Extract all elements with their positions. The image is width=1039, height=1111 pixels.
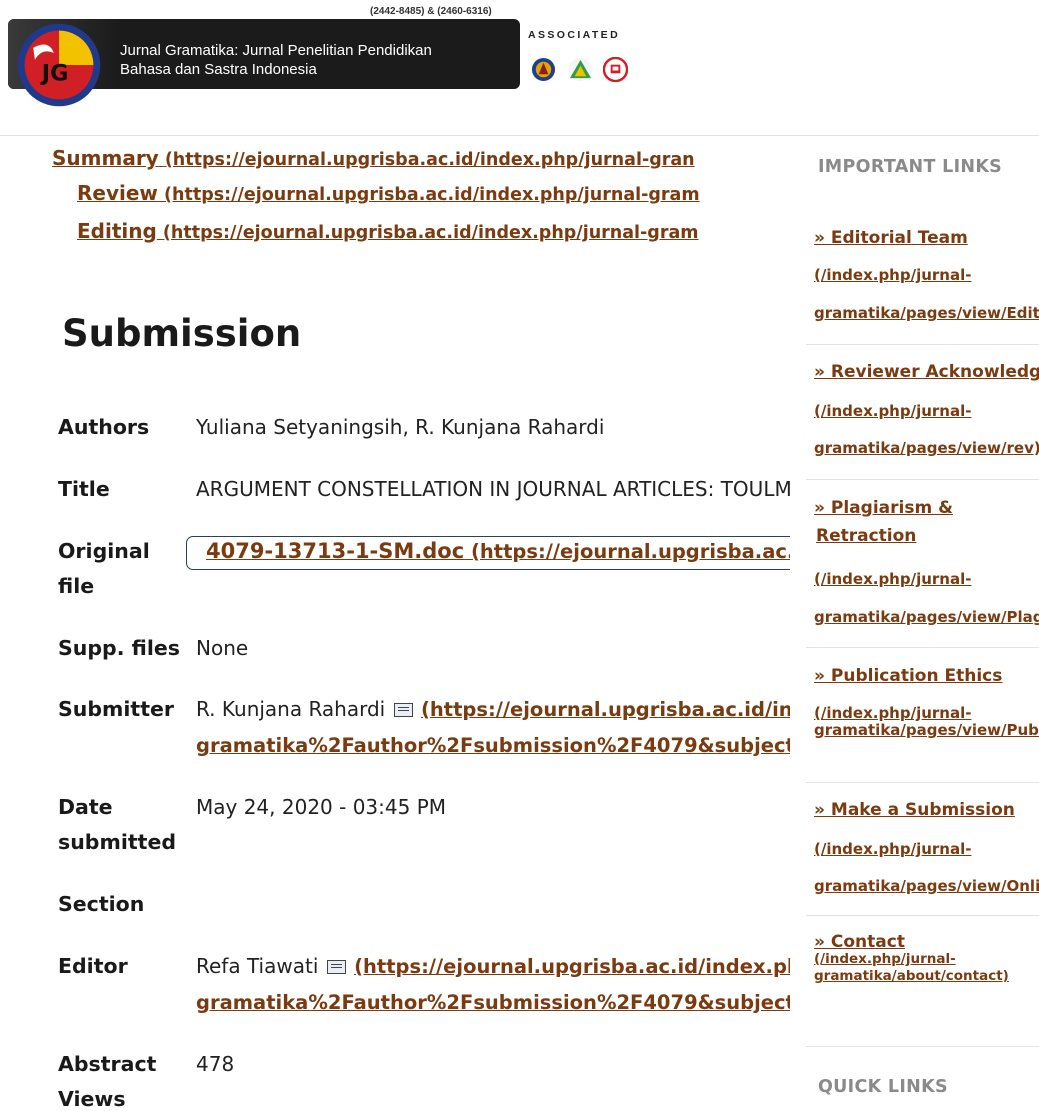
submission-main: Summary (https://ejournal.upgrisba.ac.id… [0, 136, 790, 1111]
association-triangle-icon[interactable] [568, 57, 593, 82]
sidebar: IMPORTANT LINKS » Editorial Team (/index… [790, 136, 1039, 1111]
supp-files-label: Supp. files [58, 636, 180, 660]
sidebar-link-plagiarism[interactable]: » Plagiarism & [814, 498, 953, 518]
journal-name: Jurnal Gramatika: Jurnal Penelitian Pend… [120, 41, 520, 79]
original-file-label: Original file [58, 534, 150, 604]
association-badge-icon[interactable] [603, 57, 628, 82]
quick-links-heading: QUICK LINKS [818, 1077, 948, 1097]
sidebar-path-contact-2[interactable]: gramatika/about/contact) [814, 968, 1009, 984]
sidebar-path-editorial-1[interactable]: (/index.php/jurnal- [814, 266, 971, 284]
tab-editing-label: Editing [77, 219, 157, 243]
sidebar-divider [806, 1046, 1039, 1047]
title-label: Title [58, 477, 110, 501]
section-label: Section [58, 892, 145, 916]
sidebar-link-reviewer[interactable]: » Reviewer Acknowledge [814, 362, 1039, 382]
sidebar-path-plagiarism-2[interactable]: gramatika/pages/view/Plag [814, 608, 1039, 626]
associated-label: ASSOCIATED [528, 29, 621, 41]
original-file-name: 4079-13713-1-SM.doc [206, 539, 465, 563]
tab-review-label: Review [77, 181, 158, 205]
editor-name: Refa Tiawati [196, 954, 319, 978]
sidebar-link-plagiarism-line2[interactable]: Retraction [816, 526, 916, 546]
sidebar-divider [806, 782, 1039, 783]
submitter-email-link[interactable]: (https://ejournal.upgrisba.ac.id/index.p… [421, 698, 790, 721]
sidebar-path-editorial-2[interactable]: gramatika/pages/view/Edito [814, 304, 1039, 322]
sidebar-path-ethics-2[interactable]: gramatika/pages/view/Pub [814, 721, 1039, 739]
sidebar-divider [806, 915, 1039, 916]
date-label-line1: Date [58, 795, 113, 819]
editor-email-link[interactable]: (https://ejournal.upgrisba.ac.id/index.p… [354, 955, 790, 978]
abstract-views-label: Abstract Views [58, 1047, 156, 1111]
editor-label: Editor [58, 954, 128, 978]
tab-editing-url: (https://ejournal.upgrisba.ac.id/index.p… [162, 223, 699, 243]
sidebar-link-publication-ethics[interactable]: » Publication Ethics [814, 666, 1002, 686]
title-value: ARGUMENT CONSTELLATION IN JOURNAL ARTICL… [196, 477, 790, 501]
sidebar-path-contact-1[interactable]: (/index.php/jurnal- [814, 951, 956, 967]
university-seal-icon[interactable] [531, 57, 556, 82]
date-submitted-value: May 24, 2020 - 03:45 PM [196, 795, 447, 819]
logo-letters: JG [40, 60, 69, 86]
tab-review[interactable]: Review (https://ejournal.upgrisba.ac.id/… [77, 181, 700, 205]
sidebar-link-contact[interactable]: » Contact [814, 932, 905, 952]
original-file-label-line1: Original [58, 539, 150, 563]
sidebar-path-submission-2[interactable]: gramatika/pages/view/Onli [814, 877, 1039, 895]
journal-name-line1: Jurnal Gramatika: Jurnal Penelitian Pend… [120, 42, 432, 59]
submitter-email-link-cont[interactable]: gramatika%2Fauthor%2Fsubmission%2F4079&s… [196, 728, 790, 763]
issn-numbers: (2442-8485) & (2460-6316) [370, 6, 492, 17]
site-header: (2442-8485) & (2460-6316) Jurnal Gramati… [0, 0, 1039, 135]
sidebar-path-ethics-1[interactable]: (/index.php/jurnal- [814, 704, 971, 722]
journal-name-line2: Bahasa dan Sastra Indonesia [120, 61, 317, 78]
date-label-line2: submitted [58, 830, 177, 854]
tab-summary-url: (https://ejournal.upgrisba.ac.id/index.p… [164, 150, 695, 170]
sidebar-link-editorial-team[interactable]: » Editorial Team [814, 228, 968, 248]
tab-summary[interactable]: Summary (https://ejournal.upgrisba.ac.id… [52, 146, 695, 170]
original-file-url: (https://ejournal.upgrisba.ac.id/index.p… [470, 540, 790, 563]
abstract-label-line1: Abstract [58, 1052, 157, 1076]
authors-label: Authors [58, 415, 150, 439]
sidebar-path-plagiarism-1[interactable]: (/index.php/jurnal- [814, 570, 971, 588]
editor-row: Refa Tiawati (https://ejournal.upgrisba.… [196, 949, 790, 984]
submitter-row: R. Kunjana Rahardi (https://ejournal.upg… [196, 692, 790, 727]
tab-editing[interactable]: Editing (https://ejournal.upgrisba.ac.id… [77, 219, 699, 243]
original-file-link[interactable]: 4079-13713-1-SM.doc (https://ejournal.up… [206, 534, 790, 569]
email-icon[interactable] [326, 960, 346, 974]
sidebar-divider [806, 344, 1039, 345]
page-title: Submission [62, 312, 302, 355]
sidebar-divider [806, 479, 1039, 480]
sidebar-path-reviewer-1[interactable]: (/index.php/jurnal- [814, 402, 971, 420]
tab-summary-label: Summary [52, 146, 159, 170]
authors-value: Yuliana Setyaningsih, R. Kunjana Rahardi [196, 415, 605, 439]
submitter-label: Submitter [58, 697, 175, 721]
sidebar-link-make-submission[interactable]: » Make a Submission [814, 800, 1015, 820]
sidebar-path-reviewer-2[interactable]: gramatika/pages/view/rev) [814, 439, 1039, 457]
abstract-views-value: 478 [196, 1052, 235, 1076]
sidebar-divider [806, 647, 1039, 648]
tab-review-url: (https://ejournal.upgrisba.ac.id/index.p… [164, 185, 700, 205]
sidebar-path-submission-1[interactable]: (/index.php/jurnal- [814, 840, 971, 858]
email-icon[interactable] [393, 703, 413, 717]
supp-files-value: None [196, 636, 249, 660]
editor-email-link-cont[interactable]: gramatika%2Fauthor%2Fsubmission%2F4079&s… [196, 985, 790, 1020]
submitter-name: R. Kunjana Rahardi [196, 697, 386, 721]
journal-logo[interactable]: JG [16, 22, 102, 108]
abstract-label-line2: Views [58, 1087, 126, 1111]
date-submitted-label: Date submitted [58, 790, 176, 860]
original-file-label-line2: file [58, 574, 95, 598]
important-links-heading: IMPORTANT LINKS [818, 157, 1003, 177]
